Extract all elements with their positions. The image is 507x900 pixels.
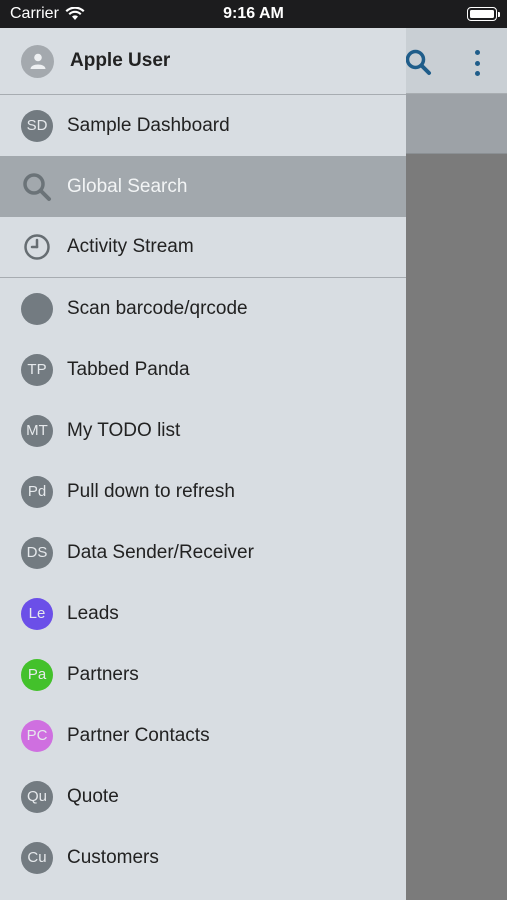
menu-label: Quote xyxy=(67,785,119,807)
search-icon[interactable] xyxy=(404,48,432,76)
menu-avatar: Qu xyxy=(21,780,53,813)
menu-avatar: PC xyxy=(21,719,53,752)
menu-label: Activity Stream xyxy=(67,236,194,257)
drawer-user-header[interactable]: Apple User xyxy=(0,28,406,95)
menu-item[interactable]: Qu Quote xyxy=(0,766,406,827)
menu-label: Pull down to refresh xyxy=(67,480,235,502)
menu-label: Sample Dashboard xyxy=(67,114,230,136)
menu-item[interactable]: Scan barcode/qrcode xyxy=(0,278,406,339)
menu-label: Customers xyxy=(67,846,159,868)
menu-item[interactable]: Pa Partners xyxy=(0,644,406,705)
menu-avatar: Pd xyxy=(21,475,53,508)
menu-avatar: Cu xyxy=(21,841,53,874)
menu-label: My TODO list xyxy=(67,419,181,441)
user-name: Apple User xyxy=(70,50,171,71)
menu-avatar: Pa xyxy=(21,658,53,691)
menu-avatar: TP xyxy=(21,353,53,386)
more-vertical-icon[interactable] xyxy=(470,50,484,76)
menu-item[interactable]: Cu Customers xyxy=(0,827,406,888)
menu-label: Global Search xyxy=(67,175,188,197)
menu-label: Leads xyxy=(67,602,119,624)
menu-item[interactable]: Le Leads xyxy=(0,583,406,644)
menu-avatar: MT xyxy=(21,414,53,447)
status-bar: Carrier 9:16 AM xyxy=(0,0,507,28)
menu-avatar: Le xyxy=(21,597,53,630)
menu-label: Scan barcode/qrcode xyxy=(67,297,248,319)
menu-avatar: SD xyxy=(21,109,53,142)
menu-label: Partner Contacts xyxy=(67,724,210,746)
menu-item-global-search[interactable]: Global Search xyxy=(0,156,406,217)
menu-item[interactable]: Pd Pull down to refresh xyxy=(0,461,406,522)
user-avatar-icon xyxy=(21,44,54,78)
menu-item-sample-dashboard[interactable]: SD Sample Dashboard xyxy=(0,95,406,156)
navigation-drawer: Apple User SD Sample Dashboard Global Se… xyxy=(0,28,406,900)
menu-avatar xyxy=(21,292,53,325)
menu-item[interactable]: DS Data Sender/Receiver xyxy=(0,522,406,583)
menu-avatar: DS xyxy=(21,536,53,569)
menu-item-activity-stream[interactable]: Activity Stream xyxy=(0,217,406,278)
menu-label: Tabbed Panda xyxy=(67,358,190,380)
menu-list: Scan barcode/qrcode TP Tabbed Panda MT My TO… xyxy=(0,278,406,888)
menu-item[interactable]: TP Tabbed Panda xyxy=(0,339,406,400)
menu-item[interactable]: MT My TODO list xyxy=(0,400,406,461)
status-left: Carrier xyxy=(10,5,85,23)
menu-label: Data Sender/Receiver xyxy=(67,541,254,563)
menu-label: Partners xyxy=(67,663,139,685)
clock-icon xyxy=(21,231,53,263)
carrier-label: Carrier xyxy=(10,5,59,22)
wifi-icon xyxy=(65,7,85,20)
menu-item[interactable]: PC Partner Contacts xyxy=(0,705,406,766)
search-icon xyxy=(21,171,53,203)
battery-icon xyxy=(467,7,500,21)
